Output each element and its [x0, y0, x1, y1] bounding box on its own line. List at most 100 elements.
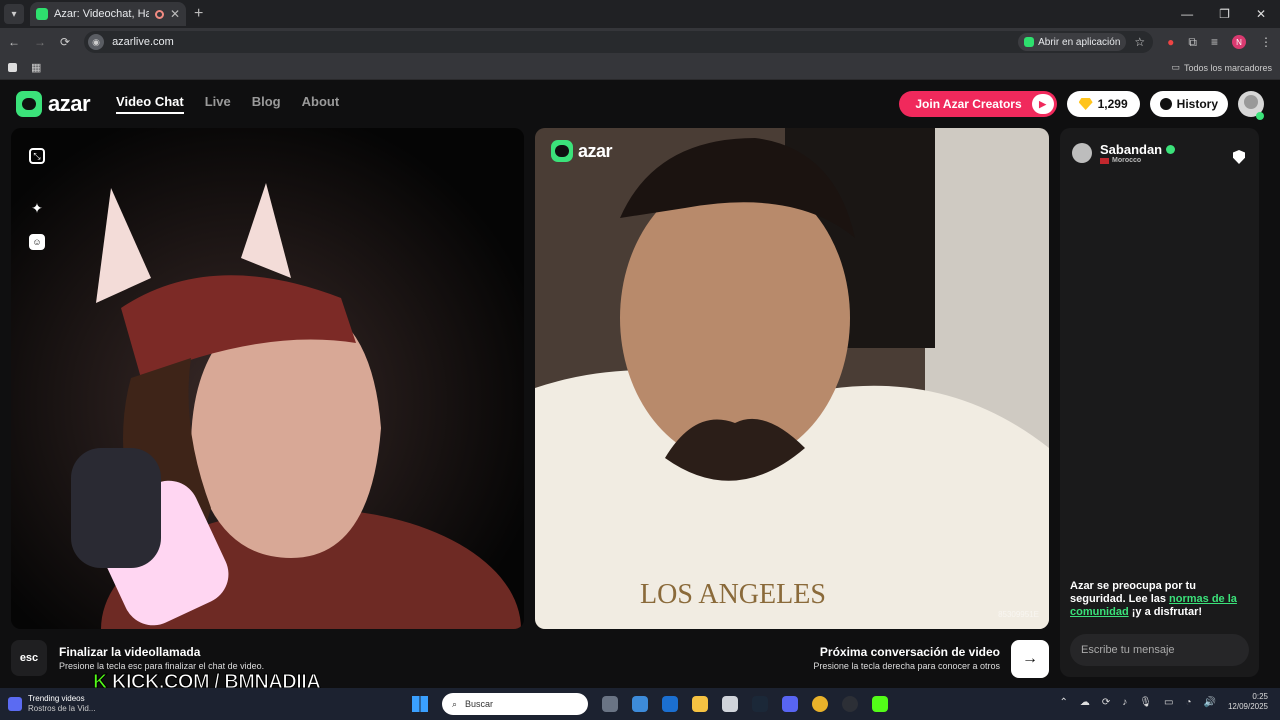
site-nav: azar Video Chat Live Blog About Join Aza… — [0, 80, 1280, 128]
message-input[interactable]: Escribe tu mensaje — [1070, 634, 1249, 666]
back-button[interactable]: ← — [8, 35, 20, 49]
audio-device-icon[interactable]: ♪ — [1122, 697, 1127, 708]
report-shield-icon[interactable] — [1233, 150, 1245, 164]
join-creators-button[interactable]: Join Azar Creators ▶ — [899, 91, 1057, 117]
morocco-flag-icon — [1100, 157, 1109, 164]
maximize-button[interactable]: ❐ — [1219, 7, 1230, 21]
peer-country: Morocco — [1112, 157, 1142, 164]
outlook-icon[interactable] — [662, 696, 678, 712]
microphone-icon[interactable]: 🎙 — [1139, 697, 1152, 708]
tray-chevron-icon[interactable]: ⌃ — [1060, 697, 1068, 708]
all-bookmarks-button[interactable]: ▭ Todos los marcadores — [1171, 62, 1272, 73]
gems-button[interactable]: 1,299 — [1066, 91, 1140, 117]
nav-link-video-chat[interactable]: Video Chat — [116, 94, 184, 114]
tab-search-button[interactable]: ▾ — [4, 4, 24, 24]
open-in-app-button[interactable]: Abrir en aplicación — [1018, 33, 1127, 51]
new-tab-button[interactable]: + — [194, 5, 203, 23]
azar-logo[interactable]: azar — [16, 91, 91, 117]
browser-tab-bar: ▾ Azar: Videochat, Haz nuevo ✕ + — ❐ ✕ — [0, 0, 1280, 28]
remote-video-frame: LOS ANGELES — [535, 128, 1049, 629]
open-in-app-label: Abrir en aplicación — [1038, 36, 1121, 48]
search-placeholder: Buscar — [465, 699, 494, 709]
taskbar-clock[interactable]: 0:25 12/09/2025 — [1228, 692, 1268, 712]
watermark-text: azar — [578, 140, 613, 161]
gems-count: 1,299 — [1097, 97, 1128, 111]
clock-icon — [1159, 98, 1172, 110]
trending-video-icon — [8, 697, 22, 711]
next-call-arrow-button[interactable]: → — [1011, 640, 1049, 678]
profile-avatar[interactable]: N — [1232, 35, 1246, 49]
peer-info[interactable]: Sabandan Morocco — [1072, 142, 1176, 164]
history-label: History — [1176, 97, 1218, 111]
reload-button[interactable]: ⟳ — [60, 35, 70, 49]
safety-suffix: ¡y a disfrutar! — [1128, 606, 1203, 618]
sync-icon[interactable]: ⟳ — [1102, 697, 1110, 708]
browser-menu-icon[interactable]: ⋮ — [1260, 35, 1272, 49]
end-call-title: Finalizar la videollamada — [59, 645, 201, 659]
obs-icon[interactable] — [842, 696, 858, 712]
windows-taskbar: Trending videos Rostros de la Vid... ⌕ B… — [0, 688, 1280, 720]
taskbar-date: 12/09/2025 — [1227, 702, 1268, 711]
browser-tab[interactable]: Azar: Videochat, Haz nuevo ✕ — [30, 2, 186, 26]
media-control-icon[interactable]: ≡ — [1211, 35, 1218, 49]
join-creators-label: Join Azar Creators — [915, 97, 1022, 111]
nav-link-live[interactable]: Live — [205, 94, 231, 114]
omnibox[interactable]: ◉ azarlive.com Abrir en aplicación ☆ — [84, 31, 1154, 53]
apps-grid-icon[interactable]: ▦ — [31, 61, 41, 74]
azar-logo-icon — [16, 91, 42, 117]
minimize-video-icon[interactable]: ⤡ — [29, 148, 45, 164]
bookmark-star-icon[interactable]: ☆ — [1134, 35, 1145, 49]
watermark-logo-icon — [551, 140, 573, 162]
face-filter-icon[interactable]: ☺ — [29, 234, 45, 250]
search-icon: ⌕ — [452, 698, 458, 709]
history-button[interactable]: History — [1149, 91, 1228, 117]
azar-watermark: azar — [551, 140, 613, 162]
close-tab-icon[interactable]: ✕ — [170, 7, 180, 21]
video-id: 85309951E — [998, 610, 1039, 619]
display-icon[interactable]: ▭ — [1164, 697, 1173, 708]
url-text[interactable]: azarlive.com — [112, 36, 174, 48]
wifi-icon[interactable]: ◔ — [1185, 697, 1191, 708]
nav-actions: Join Azar Creators ▶ 1,299 History — [899, 91, 1264, 117]
close-window-button[interactable]: ✕ — [1256, 7, 1266, 21]
kick-app-icon[interactable] — [872, 696, 888, 712]
nav-link-about[interactable]: About — [302, 94, 340, 114]
message-placeholder: Escribe tu mensaje — [1081, 644, 1175, 656]
file-explorer-icon[interactable] — [692, 696, 708, 712]
taskbar-time: 0:25 — [1252, 692, 1268, 701]
verified-icon — [1166, 145, 1176, 154]
widget-title: Trending videos — [28, 694, 85, 703]
windows-start-icon[interactable] — [412, 696, 428, 712]
peer-name: Sabandan — [1100, 142, 1163, 157]
extension-icon[interactable]: ● — [1167, 35, 1174, 49]
task-view-icon[interactable] — [602, 696, 618, 712]
chrome-icon[interactable] — [812, 696, 828, 712]
online-status-dot — [1256, 112, 1264, 120]
app-icon — [1024, 37, 1035, 47]
store-icon[interactable] — [632, 696, 648, 712]
end-call-button[interactable]: esc — [11, 640, 47, 676]
local-video-frame — [11, 128, 524, 629]
discord-icon[interactable] — [782, 696, 798, 712]
widgets-button[interactable]: Trending videos Rostros de la Vid... — [8, 694, 95, 714]
gem-icon — [1078, 98, 1093, 110]
window-controls: — ❐ ✕ — [1181, 7, 1266, 21]
address-bar-row: ← → ⟳ ◉ azarlive.com Abrir en aplicación… — [0, 28, 1280, 56]
steam-icon[interactable] — [752, 696, 768, 712]
bookmark-app-icon[interactable] — [8, 63, 17, 72]
photos-icon[interactable] — [722, 696, 738, 712]
onedrive-icon[interactable]: ☁ — [1080, 697, 1090, 708]
folder-icon: ▭ — [1171, 62, 1180, 72]
site-info-icon[interactable]: ◉ — [88, 34, 105, 50]
nav-links: Video Chat Live Blog About — [116, 94, 339, 114]
next-call-hint: Presione la tecla derecha para conocer a… — [813, 661, 1000, 671]
forward-button[interactable]: → — [34, 35, 46, 49]
extensions-puzzle-icon[interactable]: ⧉ — [1188, 35, 1197, 50]
taskbar-search[interactable]: ⌕ Buscar — [442, 693, 588, 715]
volume-icon[interactable]: 🔊 — [1204, 697, 1216, 708]
bookmarks-bar: ▦ ▭ Todos los marcadores — [0, 56, 1280, 80]
minimize-button[interactable]: — — [1181, 7, 1193, 21]
end-call-hint: Presione la tecla esc para finalizar el … — [59, 661, 265, 671]
nav-link-blog[interactable]: Blog — [252, 94, 281, 114]
effects-sparkle-icon[interactable]: ✦ — [29, 200, 45, 216]
